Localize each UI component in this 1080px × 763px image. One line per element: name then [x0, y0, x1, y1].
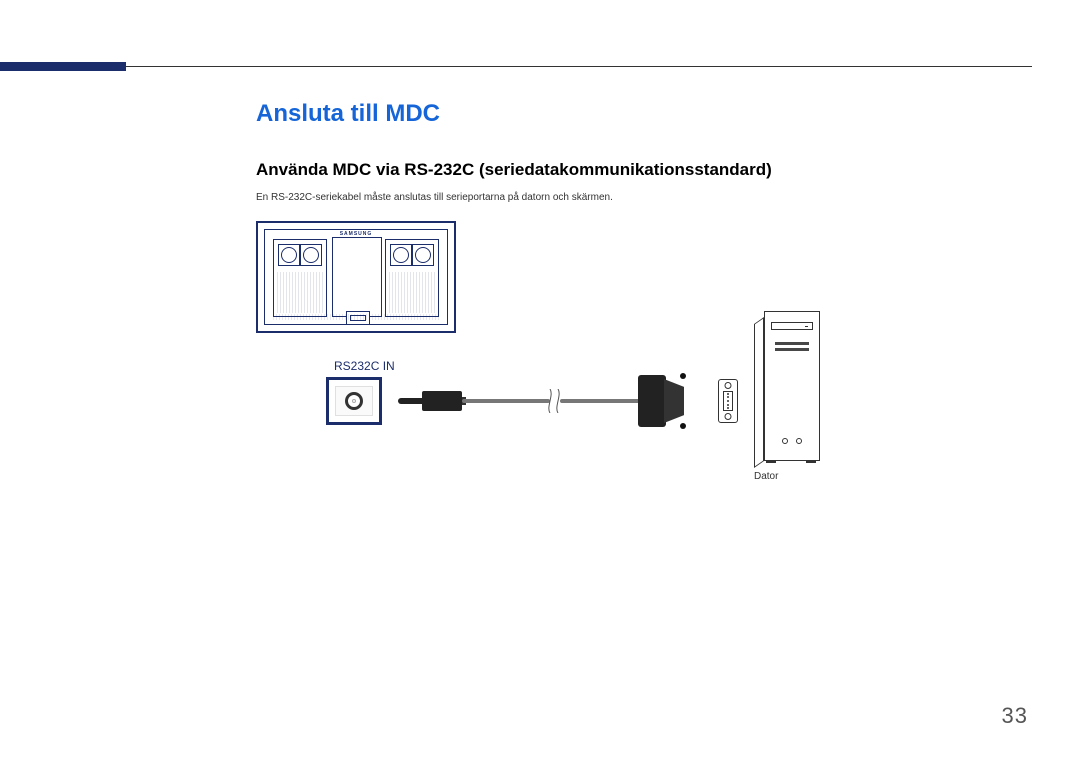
page-title: Ansluta till MDC [256, 100, 1020, 128]
connection-diagram: SAMSUNG RS232C IN [256, 221, 876, 481]
header-divider [48, 66, 1032, 67]
pc-serial-port-icon [718, 379, 738, 423]
stereo-plug-icon [402, 389, 462, 413]
port-label: RS232C IN [334, 359, 395, 373]
body-text: En RS-232C-seriekabel måste anslutas til… [256, 192, 1020, 203]
db9-connector-icon [638, 375, 684, 427]
cable-segment [560, 399, 640, 403]
cable-segment [462, 399, 550, 403]
section-subtitle: Använda MDC via RS-232C (seriedatakommun… [256, 160, 1020, 180]
rs232c-in-jack [326, 377, 382, 425]
header-accent-bar [0, 62, 126, 71]
page-number: 33 [1002, 703, 1028, 729]
computer-label: Dator [754, 471, 778, 482]
page-content: Ansluta till MDC Använda MDC via RS-232C… [256, 100, 1020, 481]
display-rear-illustration: SAMSUNG [256, 221, 456, 333]
computer-tower-illustration [754, 311, 820, 461]
